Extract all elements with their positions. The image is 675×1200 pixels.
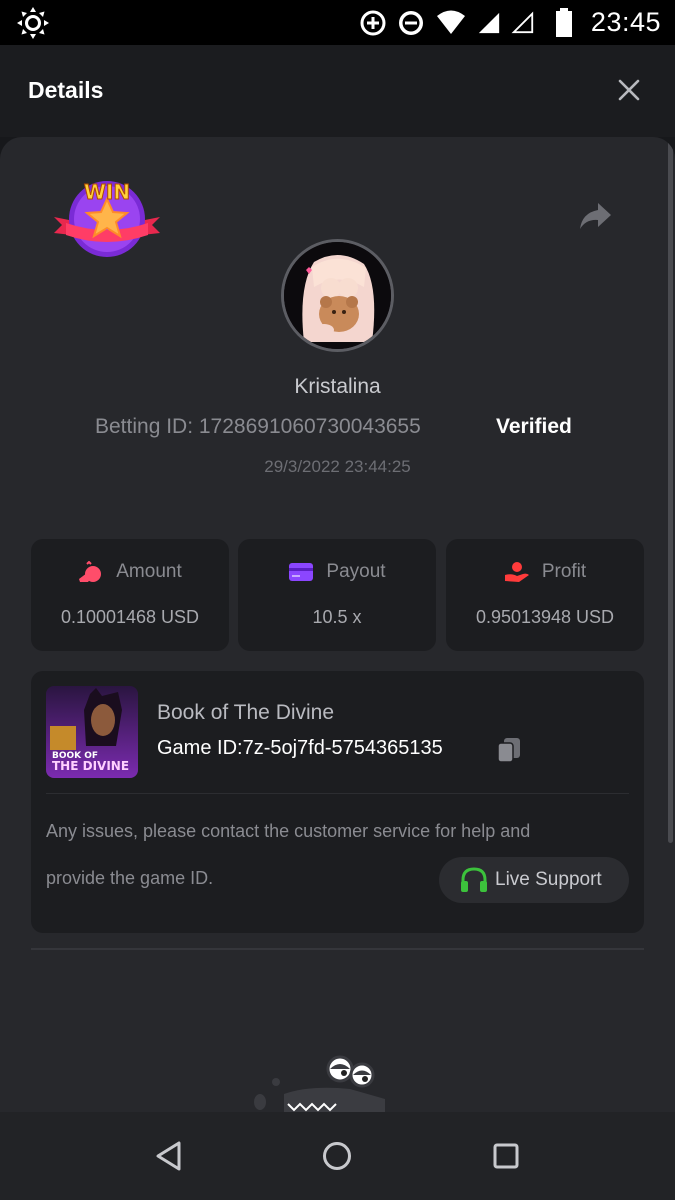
avatar-image	[284, 242, 391, 349]
share-icon[interactable]	[578, 201, 612, 231]
hand-coin-icon	[504, 562, 529, 582]
stat-amount: Amount 0.10001468 USD	[31, 539, 229, 651]
system-nav-bar	[0, 1112, 675, 1200]
live-support-button[interactable]: Live Support	[439, 857, 629, 903]
brightness-icon	[17, 7, 49, 39]
betting-id: Betting ID: 1728691060730043655	[95, 415, 421, 438]
scrollbar[interactable]	[668, 137, 673, 843]
page-title: Details	[28, 77, 104, 103]
money-bag-icon	[79, 561, 102, 582]
thumb-title-2: THE DIVINE	[52, 759, 129, 773]
details-header: Details	[0, 45, 675, 137]
home-icon[interactable]	[321, 1140, 353, 1172]
recents-icon[interactable]	[490, 1140, 522, 1172]
betting-id-row: Betting ID: 1728691060730043655 Verified	[0, 415, 675, 445]
data-saver-icon	[360, 10, 386, 35]
do-not-disturb-icon	[398, 10, 423, 35]
battery-icon	[555, 7, 572, 37]
stat-label: Amount	[116, 561, 182, 582]
bet-timestamp: 29/3/2022 23:44:25	[264, 457, 411, 476]
game-thumbnail-image: BOOK OF THE DIVINE	[46, 686, 138, 778]
bet-detail-card: WIN Kristalina Betting ID: 1728691060730…	[0, 137, 675, 1112]
verified-badge: Verified	[496, 415, 572, 438]
headset-icon	[461, 867, 487, 892]
stat-profit: Profit 0.95013948 USD	[446, 539, 644, 651]
avatar	[281, 239, 394, 352]
live-support-label: Live Support	[495, 869, 602, 890]
divider	[31, 948, 644, 950]
back-icon[interactable]	[153, 1140, 185, 1172]
crocodile-mascot-icon	[254, 1055, 385, 1112]
win-badge-label: WIN	[84, 180, 130, 204]
status-bar: 23:45	[0, 0, 675, 45]
game-name: Book of The Divine	[157, 701, 335, 724]
stat-payout: Payout 10.5 x	[238, 539, 436, 651]
close-icon[interactable]	[617, 78, 641, 102]
stat-label: Profit	[541, 561, 587, 582]
win-badge-icon: WIN	[54, 180, 160, 257]
stat-label: Payout	[326, 561, 386, 582]
support-notice: Any issues, please contact the customer …	[46, 821, 531, 841]
game-id: Game ID:7z-5oj7fd-5754365135	[157, 737, 443, 759]
stat-value: 0.10001468 USD	[60, 607, 200, 627]
stat-value: 0.95013948 USD	[475, 607, 615, 627]
signal-empty-icon	[511, 11, 534, 33]
game-info-box: BOOK OF THE DIVINE Book of The Divine Ga…	[31, 671, 644, 933]
signal-icon	[478, 12, 500, 33]
stat-value: 10.5 x	[312, 607, 362, 627]
game-thumbnail[interactable]: BOOK OF THE DIVINE	[46, 686, 138, 778]
copy-icon[interactable]	[497, 737, 521, 763]
wifi-icon	[436, 10, 465, 34]
username: Kristalina	[294, 375, 381, 398]
support-notice: provide the game ID.	[46, 868, 214, 888]
card-icon	[289, 563, 314, 581]
clock: 23:45	[590, 7, 661, 37]
divider	[46, 793, 629, 794]
